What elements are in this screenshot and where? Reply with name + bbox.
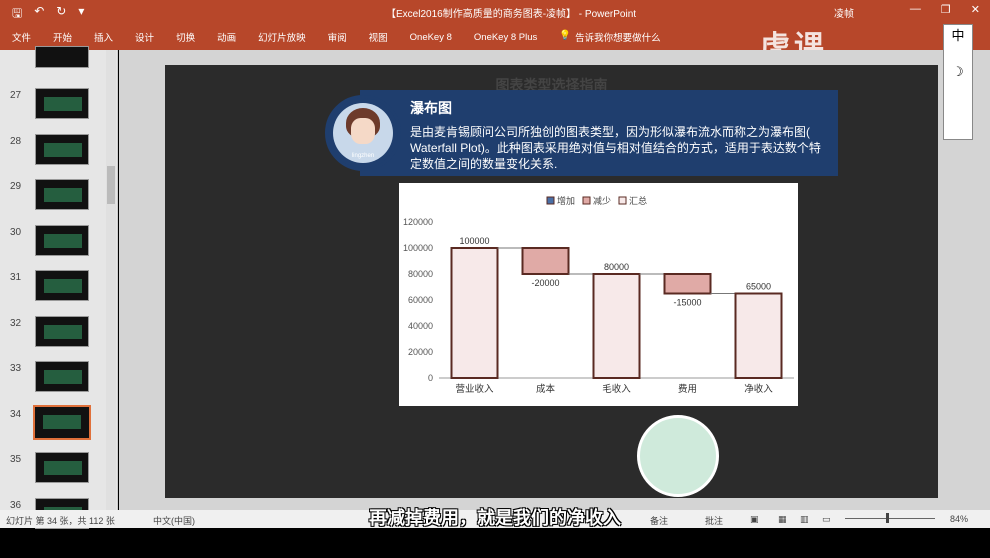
lightbulb-icon: 💡 <box>559 30 572 41</box>
bar-total <box>592 273 641 379</box>
bar-total <box>734 292 783 379</box>
chart-svg: 0 20000 40000 60000 80000 100000 120000 增加 减少 汇总 1… <box>403 195 794 395</box>
legend-label: 汇总 <box>629 195 647 206</box>
y-tick-label: 0 <box>428 373 433 383</box>
thumbnail-slide-34[interactable]: 34 <box>0 404 118 447</box>
x-tick-label: 费用 <box>678 383 697 395</box>
slide-number: 31 <box>10 272 22 283</box>
legend-swatch <box>618 196 627 205</box>
x-tick-label: 营业收入 <box>455 383 494 395</box>
undo-icon[interactable]: ↶ <box>34 4 44 25</box>
thumbnail-scrollbar[interactable] <box>106 50 116 510</box>
save-icon[interactable]: 🖫 <box>12 4 22 25</box>
thumbnail-slide-35[interactable]: 35 <box>0 452 118 492</box>
bar-total <box>450 247 499 379</box>
user-name[interactable]: 凌帧 <box>834 5 854 20</box>
thumbnail-image <box>33 404 91 440</box>
thumbnail-image <box>35 179 89 210</box>
tab-onekey8[interactable]: OneKey 8 <box>410 32 452 43</box>
redo-icon[interactable]: ↻ <box>56 4 66 25</box>
thumbnail-image <box>35 88 89 119</box>
ime-toolbar[interactable]: 中 ☽ <box>943 24 973 140</box>
quick-access-toolbar: 🖫 ↶ ↻ ▾ <box>12 4 84 25</box>
tab-home[interactable]: 开始 <box>53 30 72 44</box>
y-tick-label: 20000 <box>408 347 433 357</box>
legend-label: 增加 <box>557 195 575 206</box>
customize-icon[interactable]: ▾ <box>78 4 84 25</box>
tell-me-label: 告诉我你想要做什么 <box>575 33 661 44</box>
legend-label: 减少 <box>593 195 611 206</box>
x-tick-label: 成本 <box>536 383 556 395</box>
tab-transitions[interactable]: 切换 <box>176 30 195 44</box>
scrollbar-thumb[interactable] <box>107 166 115 204</box>
x-tick-label: 毛收入 <box>602 383 631 395</box>
thumbnail-image <box>35 315 89 347</box>
thumbnail-image <box>35 452 89 483</box>
slide-thumbnail-pane: 27 28 29 30 31 32 33 34 35 36 <box>0 46 118 529</box>
waterfall-chart: 0 20000 40000 60000 80000 100000 120000 增加 减少 汇总 1… <box>399 183 798 406</box>
slide-number: 35 <box>10 454 22 465</box>
bar-decrease <box>663 273 712 295</box>
tab-animations[interactable]: 动画 <box>217 30 236 44</box>
callout-body: 是由麦肯锡顾问公司所独创的图表类型，因为形似瀑布流水而称之为瀑布图( Water… <box>410 125 821 171</box>
thumbnail-slide-27[interactable]: 27 <box>0 88 118 128</box>
magnified-thumbnail <box>637 415 719 497</box>
avatar-name: lingzhen <box>351 153 375 159</box>
thumbnail-slide-30[interactable]: 30 <box>0 224 118 265</box>
x-tick-label: 净收入 <box>744 383 773 395</box>
thumbnail-slide-28[interactable]: 28 <box>0 133 118 174</box>
legend-swatch <box>582 196 591 205</box>
y-tick-label: 80000 <box>408 269 433 279</box>
document-title: 【Excel2016制作高质量的商务图表-凌帧】 - PowerPoint <box>386 9 637 20</box>
slide-number: 27 <box>10 90 22 101</box>
tab-file[interactable]: 文件 <box>12 30 31 44</box>
tab-view[interactable]: 视图 <box>369 30 388 44</box>
close-icon[interactable]: ✕ <box>971 3 980 16</box>
slide-number: 29 <box>10 181 22 192</box>
thumbnail-slide-32[interactable]: 32 <box>0 315 118 356</box>
data-label: 80000 <box>604 262 629 272</box>
callout-title: 瀑布图 <box>410 100 452 116</box>
y-tick-label: 40000 <box>408 321 433 331</box>
thumbnail-image <box>35 361 89 392</box>
tab-slideshow[interactable]: 幻灯片放映 <box>258 30 306 44</box>
thumbnail-slide-31[interactable]: 31 <box>0 270 118 310</box>
title-bar: 🖫 ↶ ↻ ▾ 【Excel2016制作高质量的商务图表-凌帧】 - Power… <box>0 0 990 24</box>
ime-mode[interactable]: 中 <box>944 25 972 44</box>
thumbnail-image <box>35 133 89 165</box>
y-tick-label: 120000 <box>403 217 433 227</box>
y-tick-label: 60000 <box>408 295 433 305</box>
ribbon-tabs: 文件 开始 插入 设计 切换 动画 幻灯片放映 审阅 视图 OneKey 8 O… <box>0 24 990 50</box>
waterfall-callout: 瀑布图 是由麦肯锡顾问公司所独创的图表类型，因为形似瀑布流水而称之为瀑布图( W… <box>360 90 838 176</box>
thumbnail-partial[interactable] <box>0 46 118 86</box>
thumbnail-image <box>35 46 89 68</box>
data-label: -15000 <box>673 298 701 308</box>
thumbnail-image <box>35 270 89 301</box>
avatar: lingzhen <box>325 95 401 171</box>
slide-number: 28 <box>10 135 22 147</box>
legend-swatch <box>546 196 555 205</box>
bar-decrease <box>521 247 570 275</box>
y-tick-label: 100000 <box>403 243 433 253</box>
tab-insert[interactable]: 插入 <box>94 30 113 44</box>
slide-number: 33 <box>10 363 22 374</box>
video-subtitle: 再减掉费用，就是我们的净收入 <box>369 508 621 528</box>
tab-review[interactable]: 审阅 <box>328 30 347 44</box>
slide-number: 34 <box>10 408 22 420</box>
data-label: 100000 <box>459 236 489 246</box>
tab-onekey8plus[interactable]: OneKey 8 Plus <box>474 32 537 43</box>
thumbnail-slide-33[interactable]: 33 <box>0 361 118 401</box>
restore-icon[interactable]: ❐ <box>941 3 951 16</box>
slide-number: 32 <box>10 317 22 329</box>
slide-number: 30 <box>10 226 22 238</box>
thumbnail-image <box>35 224 89 256</box>
data-label: -20000 <box>531 278 559 288</box>
thumbnail-slide-29[interactable]: 29 <box>0 179 118 219</box>
tab-design[interactable]: 设计 <box>135 30 154 44</box>
tell-me-box[interactable]: 💡 告诉我你想要做什么 <box>559 30 660 44</box>
minimize-icon[interactable]: — <box>910 3 921 16</box>
data-label: 65000 <box>746 282 771 292</box>
